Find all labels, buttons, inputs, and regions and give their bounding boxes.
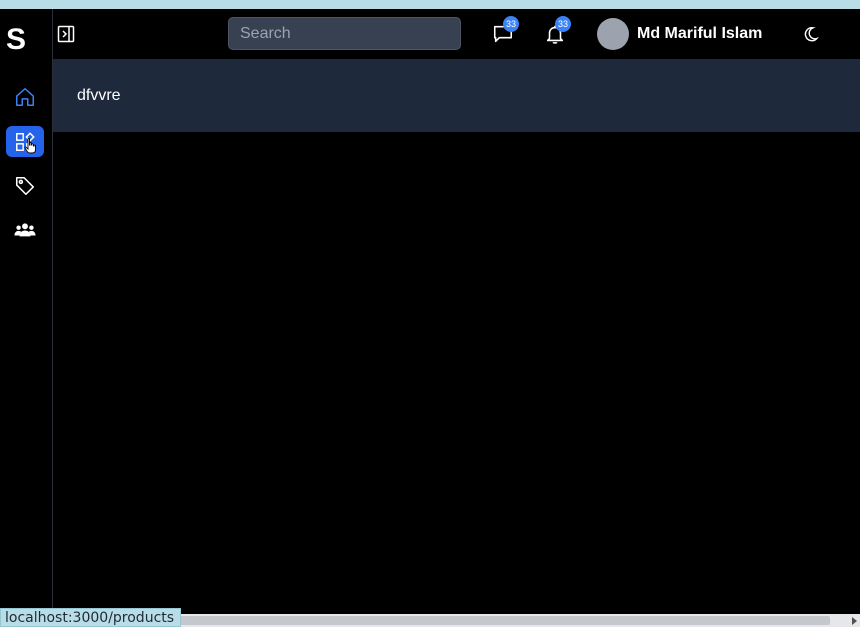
scroll-right-arrow-icon[interactable] — [852, 617, 857, 625]
sidebar-item-home[interactable] — [6, 81, 44, 112]
home-icon — [16, 87, 34, 106]
sidebar-item-users[interactable] — [6, 214, 44, 245]
tag-icon — [15, 176, 35, 195]
sidebar: S — [0, 9, 53, 613]
sidebar-toggle-icon[interactable] — [57, 25, 75, 43]
content-card: dfvvre — [53, 59, 860, 132]
card-text: dfvvre — [77, 87, 121, 104]
hand-cursor-icon — [24, 138, 36, 154]
status-bar-url: localhost:3000/products — [0, 608, 182, 627]
sidebar-item-tags[interactable] — [6, 170, 44, 201]
moon-icon[interactable] — [803, 26, 819, 42]
horizontal-scrollbar[interactable] — [175, 614, 860, 627]
messages-button[interactable]: 33 — [492, 16, 519, 45]
avatar[interactable] — [597, 18, 629, 50]
user-name[interactable]: Md Mariful Islam — [637, 25, 762, 43]
header: 33 33 Md Mariful Islam — [53, 9, 860, 59]
search-input[interactable] — [228, 17, 461, 50]
sidebar-item-products[interactable] — [6, 126, 44, 157]
users-icon — [14, 222, 36, 236]
notifications-button[interactable]: 33 — [544, 16, 571, 45]
notifications-badge: 33 — [555, 16, 571, 32]
app-logo[interactable]: S — [6, 25, 26, 55]
scrollbar-thumb[interactable] — [175, 616, 830, 625]
messages-badge: 33 — [503, 16, 519, 32]
browser-top-strip — [0, 0, 860, 9]
